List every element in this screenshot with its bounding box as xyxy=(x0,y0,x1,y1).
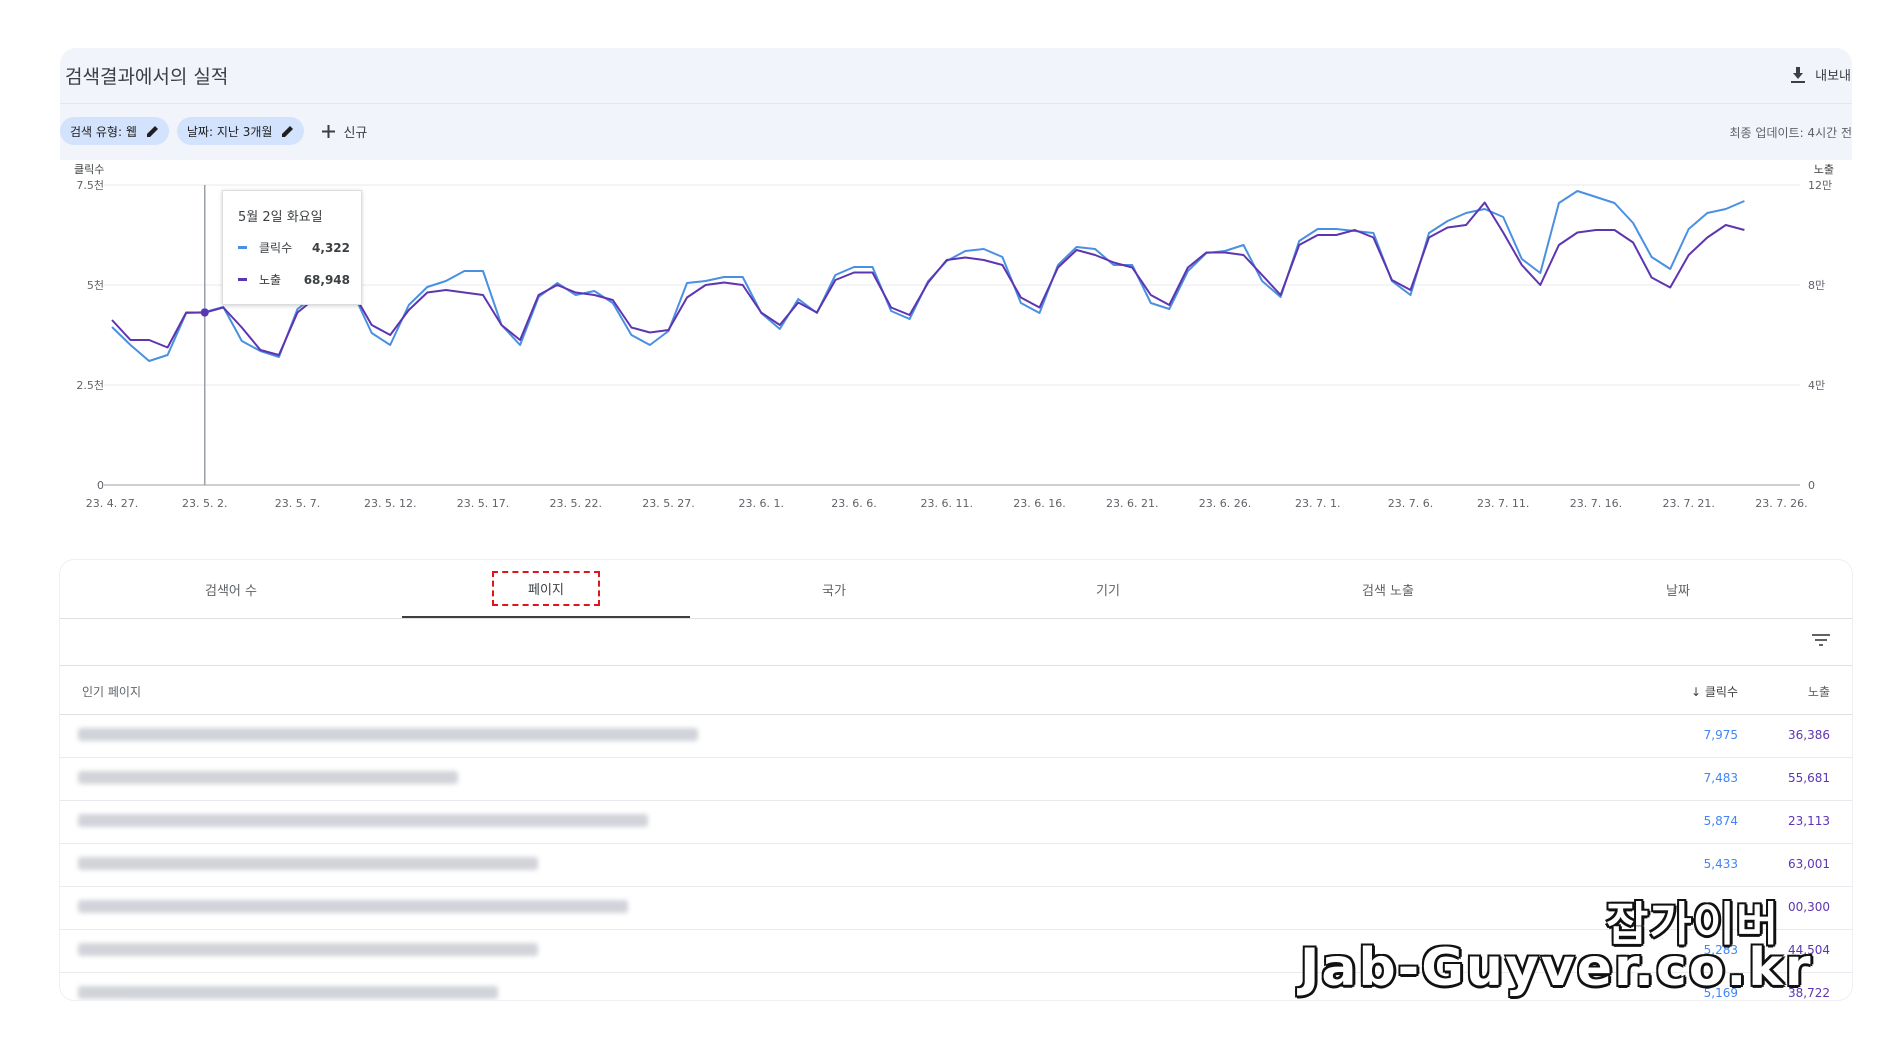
column-header-clicks-label: 클릭수 xyxy=(1704,685,1738,699)
report-card: 검색어 수 페이지 국가 기기 검색 노출 날짜 인기 페이지 ↓ 클릭수 노출… xyxy=(60,560,1852,1000)
page-url-redacted[interactable] xyxy=(78,857,538,870)
table-row[interactable]: 7,483 55,681 xyxy=(60,757,1852,801)
row-clicks: 7,483 xyxy=(1703,771,1738,785)
tab-queries[interactable]: 검색어 수 xyxy=(60,560,402,618)
download-icon xyxy=(1791,66,1806,83)
page-url-redacted[interactable] xyxy=(78,771,458,784)
new-filter-button[interactable]: 신규 xyxy=(322,122,367,141)
tooltip-clicks-row: 클릭수 4,322 xyxy=(238,239,350,256)
table-header: 인기 페이지 ↓ 클릭수 노출 xyxy=(60,665,1852,715)
filter-chip-date[interactable]: 날짜: 지난 3개월 xyxy=(176,117,305,145)
tab-dates[interactable]: 날짜 xyxy=(1538,560,1818,618)
clicks-swatch xyxy=(238,246,247,249)
page-url-redacted[interactable] xyxy=(78,728,698,741)
filter-chip-label: 검색 유형: 웹 xyxy=(70,124,137,139)
column-header-page: 인기 페이지 xyxy=(82,685,142,699)
filter-chip-label: 날짜: 지난 3개월 xyxy=(186,124,273,139)
tab-label: 국가 xyxy=(822,583,846,599)
divider xyxy=(60,103,1852,104)
tab-devices[interactable]: 기기 xyxy=(978,560,1238,618)
tab-label: 날짜 xyxy=(1666,583,1690,599)
watermark-url: Jab-Guyver.co.kr xyxy=(1300,938,1813,998)
report-tabs: 검색어 수 페이지 국가 기기 검색 노출 날짜 xyxy=(60,560,1852,619)
table-row[interactable]: 7,975 36,386 xyxy=(60,714,1852,758)
table-row[interactable]: 00,300 xyxy=(60,886,1852,930)
tab-label: 검색 노출 xyxy=(1362,583,1414,599)
chart-tooltip: 5월 2일 화요일 클릭수 4,322 노출 68,948 xyxy=(222,190,362,305)
column-header-clicks[interactable]: ↓ 클릭수 xyxy=(1691,683,1738,700)
column-header-impressions[interactable]: 노출 xyxy=(1808,683,1830,700)
sort-arrow-icon: ↓ xyxy=(1690,685,1702,699)
last-updated: 최종 업데이트: 4시간 전 xyxy=(1729,126,1852,140)
tab-label: 검색어 수 xyxy=(205,583,257,599)
tab-countries[interactable]: 국가 xyxy=(690,560,978,618)
tab-label: 기기 xyxy=(1096,583,1120,599)
row-impressions: 23,113 xyxy=(1788,814,1830,828)
tooltip-impressions-value: 68,948 xyxy=(303,272,350,287)
row-impressions: 63,001 xyxy=(1788,857,1830,871)
tab-search-appearance[interactable]: 검색 노출 xyxy=(1238,560,1538,618)
page-url-redacted[interactable] xyxy=(78,986,498,999)
row-impressions: 00,300 xyxy=(1788,900,1830,914)
page-url-redacted[interactable] xyxy=(78,900,628,913)
page-url-redacted[interactable] xyxy=(78,943,538,956)
table-row[interactable]: 5,874 23,113 xyxy=(60,800,1852,844)
tab-label: 페이지 xyxy=(492,570,600,606)
row-clicks: 7,975 xyxy=(1703,728,1738,742)
tooltip-clicks-label: 클릭수 xyxy=(259,241,293,255)
tooltip-date: 5월 2일 화요일 xyxy=(238,210,323,225)
row-clicks: 5,433 xyxy=(1703,857,1738,871)
export-button[interactable]: 내보내 xyxy=(1791,65,1851,84)
pencil-icon xyxy=(146,126,158,137)
filter-chip-search-type[interactable]: 검색 유형: 웹 xyxy=(60,117,169,145)
impressions-swatch xyxy=(238,278,247,281)
tooltip-impressions-label: 노출 xyxy=(259,273,282,287)
row-clicks: 5,874 xyxy=(1703,814,1738,828)
row-impressions: 55,681 xyxy=(1788,771,1830,785)
filter-bar: 검색 유형: 웹 날짜: 지난 3개월 신규 xyxy=(60,117,367,145)
page-title: 검색결과에서의 실적 xyxy=(65,66,229,88)
row-impressions: 36,386 xyxy=(1788,728,1830,742)
plus-icon xyxy=(322,124,336,138)
filter-icon[interactable] xyxy=(1812,634,1830,646)
page-url-redacted[interactable] xyxy=(78,814,648,827)
tooltip-impressions-row: 노출 68,948 xyxy=(238,271,350,288)
export-label: 내보내 xyxy=(1815,69,1851,84)
tooltip-clicks-value: 4,322 xyxy=(312,240,350,255)
pencil-icon xyxy=(282,126,294,137)
table-row[interactable]: 5,433 63,001 xyxy=(60,843,1852,887)
new-filter-label: 신규 xyxy=(343,125,368,141)
tab-pages[interactable]: 페이지 xyxy=(402,560,690,618)
